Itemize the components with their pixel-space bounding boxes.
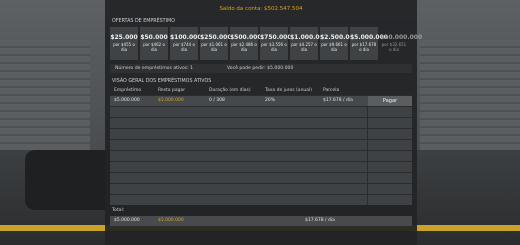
interest-rate: 20% (265, 98, 276, 103)
active-loans-table: Empréstimo Resta pagar Duração (em dias)… (110, 86, 412, 205)
column-header: Parcela (323, 88, 340, 93)
table-row-empty (110, 161, 412, 172)
offer-rate: por $9.661 o dia (321, 42, 347, 52)
column-divider (367, 118, 368, 128)
installment: $17.678 / dia (323, 98, 353, 103)
offer-button[interactable]: $2.500.000 por $9.661 o dia (320, 27, 358, 60)
table-row-empty (110, 128, 412, 139)
offer-amount: $25.000 (110, 34, 138, 41)
column-header: Duração (em dias) (209, 88, 251, 93)
offer-rate: por $32.651 o dia (381, 42, 407, 52)
column-divider (367, 129, 368, 139)
offer-button[interactable]: $500.000 por $2.486 o dia (230, 27, 262, 60)
loan-duration: 0 / 308 (209, 98, 225, 103)
offer-rate: por $1.061 o dia (201, 42, 227, 52)
table-header: Empréstimo Resta pagar Duração (em dias)… (110, 86, 412, 95)
offer-amount: $750.000 (260, 34, 292, 41)
offer-rate: por $17.678 o dia (351, 42, 377, 52)
column-divider (367, 107, 368, 117)
column-divider (367, 184, 368, 194)
offer-rate: por $3.556 o dia (261, 42, 287, 52)
offer-rate: por $744 o dia (173, 42, 195, 52)
table-row-empty (110, 106, 412, 117)
offer-button[interactable]: $1.000.000 por $4.257 o dia (290, 27, 328, 60)
offer-button[interactable]: $100.000 por $744 o dia (170, 27, 202, 60)
table-row-empty (110, 194, 412, 205)
table-row-empty (110, 183, 412, 194)
offers-title: OFERTAS DE EMPRÉSTIMO (112, 19, 175, 24)
offer-button-disabled: $10.000.000 por $32.651 o dia (380, 27, 423, 60)
bank-panel: Saldo da conta: $502.547.504 OFERTAS DE … (105, 0, 423, 245)
offer-button[interactable]: $25.000 por $455 o dia (110, 27, 138, 60)
offer-amount: $5.000.000 (350, 34, 388, 41)
column-divider (367, 195, 368, 205)
table-row-empty (110, 150, 412, 161)
offer-rate: por $4.257 o dia (291, 42, 317, 52)
offer-amount: $2.500.000 (320, 34, 358, 41)
offer-amount: $10.000.000 (380, 34, 423, 41)
table-row: $5.000.000 $5.000.000 0 / 308 20% $17.67… (110, 95, 412, 106)
column-divider (367, 162, 368, 172)
total-loan: $5.000.000 (114, 218, 140, 223)
pay-button[interactable]: Pagar (368, 96, 412, 106)
column-header: Resta pagar (158, 88, 186, 93)
offer-rate: por $455 o dia (113, 42, 135, 52)
column-divider (367, 151, 368, 161)
offer-amount: $50.000 (140, 34, 168, 41)
offer-rate: por $2.486 o dia (231, 42, 257, 52)
borrow-limit: Você pode pedir: $5.000.000 (227, 66, 294, 71)
totals-row: $5.000.000 $5.000.000 $17.678 / dia (110, 216, 412, 226)
offer-amount: $250.000 (200, 34, 232, 41)
loan-offers: $25.000 por $455 o dia $50.000 por $462 … (110, 27, 423, 61)
offer-amount: $100.000 (170, 34, 202, 41)
column-divider (367, 140, 368, 150)
offer-amount: $1.000.000 (290, 34, 328, 41)
total-label: Total: (112, 208, 125, 213)
truck-silhouette (25, 150, 115, 210)
table-row-empty (110, 139, 412, 150)
total-installment: $17.678 / dia (305, 218, 335, 223)
account-balance: Saldo da conta: $502.547.504 (219, 6, 303, 12)
column-header: Empréstimo (114, 88, 142, 93)
active-loans-title: VISÃO GERAL DOS EMPRÉSTIMOS ATIVOS (112, 79, 212, 84)
offer-amount: $500.000 (230, 34, 262, 41)
total-remaining: $5.000.000 (158, 218, 184, 223)
loan-amount: $5.000.000 (114, 98, 140, 103)
remaining-amount: $5.000.000 (158, 98, 184, 103)
column-divider (367, 173, 368, 183)
offer-rate: por $462 o dia (143, 42, 165, 52)
offer-button[interactable]: $250.000 por $1.061 o dia (200, 27, 232, 60)
offer-button[interactable]: $5.000.000 por $17.678 o dia (350, 27, 388, 60)
offer-button[interactable]: $50.000 por $462 o dia (140, 27, 168, 60)
active-loans-count: Número de empréstimos ativos: 1 (115, 66, 194, 71)
table-row-empty (110, 172, 412, 183)
loan-info-row: Número de empréstimos ativos: 1 Você pod… (110, 64, 412, 73)
table-row-empty (110, 117, 412, 128)
column-header: Taxa de juros (anual) (265, 88, 313, 93)
offer-button[interactable]: $750.000 por $3.556 o dia (260, 27, 292, 60)
